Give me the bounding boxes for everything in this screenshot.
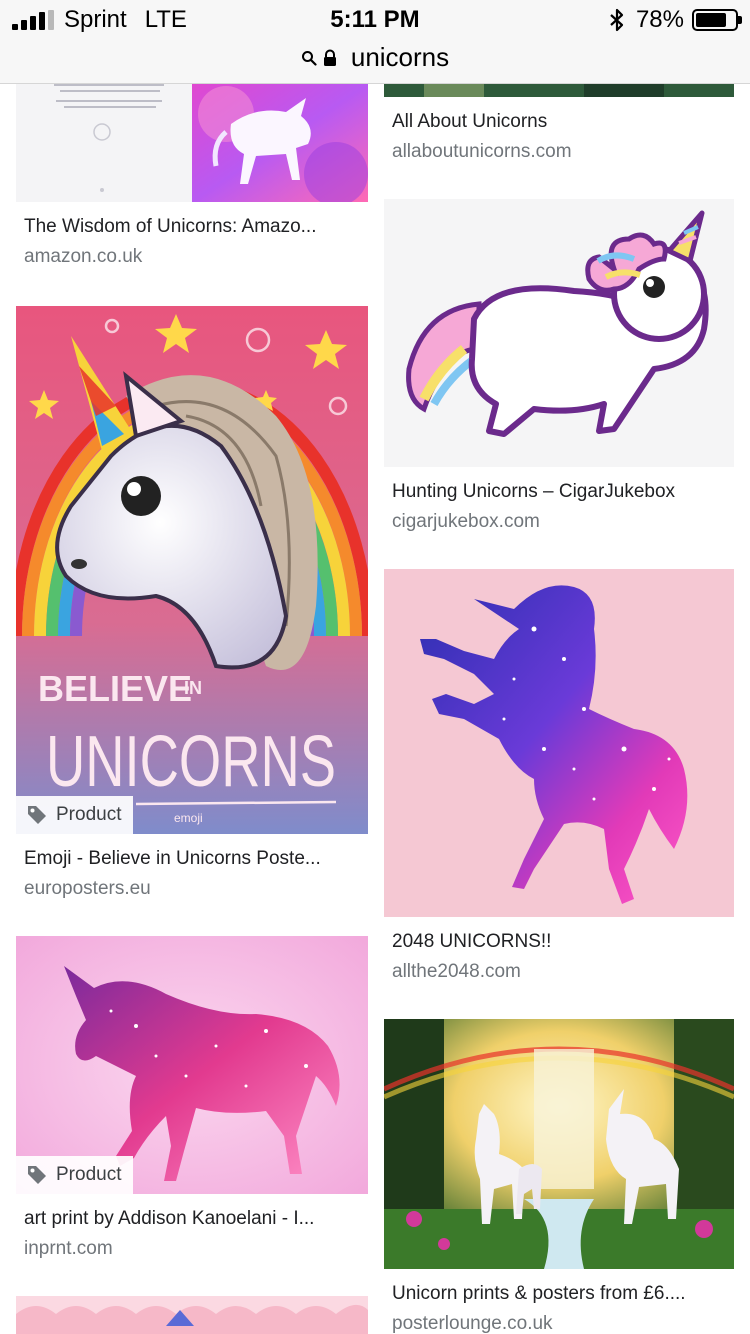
cartoon-unicorn-image bbox=[384, 199, 734, 467]
result-card[interactable]: The Wisdom of Unicorns: Amazo... amazon.… bbox=[16, 84, 368, 268]
product-badge: Product bbox=[16, 1156, 134, 1194]
result-card[interactable] bbox=[16, 1296, 368, 1334]
result-site: allaboutunicorns.com bbox=[392, 141, 572, 162]
address-bar-content[interactable]: unicorns bbox=[301, 42, 449, 73]
galaxy-rearing-unicorn-image bbox=[384, 569, 734, 917]
book-cover-image bbox=[16, 84, 368, 202]
result-card[interactable]: BELIEVE IN UNICORNS emoji Product Emoji … bbox=[16, 306, 368, 900]
result-thumbnail[interactable] bbox=[16, 1296, 368, 1334]
poster-text-in: IN bbox=[184, 678, 202, 698]
result-site: amazon.co.uk bbox=[24, 246, 143, 267]
result-title[interactable]: Hunting Unicorns – CigarJukebox bbox=[384, 481, 734, 503]
result-site: posterlounge.co.uk bbox=[392, 1313, 553, 1334]
result-thumbnail[interactable] bbox=[384, 199, 734, 467]
forest-image bbox=[384, 84, 734, 97]
result-thumbnail[interactable]: BELIEVE IN UNICORNS emoji Product bbox=[16, 306, 368, 834]
result-card[interactable]: 2048 UNICORNS!! allthe2048.com bbox=[384, 569, 734, 983]
result-site: europosters.eu bbox=[24, 878, 151, 899]
result-site: cigarjukebox.com bbox=[392, 511, 540, 532]
result-card[interactable]: Hunting Unicorns – CigarJukebox cigarjuk… bbox=[384, 199, 734, 533]
result-thumbnail[interactable]: Product bbox=[16, 936, 368, 1194]
result-title[interactable]: Emoji - Believe in Unicorns Poste... bbox=[16, 848, 368, 870]
battery-fill bbox=[696, 13, 726, 27]
result-title[interactable]: art print by Addison Kanoelani - I... bbox=[16, 1208, 368, 1230]
status-right: 78% bbox=[608, 6, 742, 34]
poster-brand: emoji bbox=[174, 811, 203, 825]
result-card[interactable]: Unicorn prints & posters from £6.... pos… bbox=[384, 1019, 734, 1334]
result-title[interactable]: 2048 UNICORNS!! bbox=[384, 931, 734, 953]
result-thumbnail[interactable] bbox=[384, 1019, 734, 1269]
status-bar: Sprint LTE 5:11 PM 78% bbox=[0, 0, 750, 40]
product-badge: Product bbox=[16, 796, 134, 834]
result-thumbnail[interactable] bbox=[384, 84, 734, 97]
tag-icon bbox=[28, 806, 46, 824]
unicorn-waterfall-painting-image bbox=[384, 1019, 734, 1269]
result-site: allthe2048.com bbox=[392, 961, 521, 982]
poster-text-believe: BELIEVE bbox=[38, 668, 192, 709]
address-bar[interactable]: unicorns bbox=[0, 40, 750, 84]
search-query: unicorns bbox=[350, 42, 450, 72]
unicorn-emoji-poster-image: BELIEVE IN UNICORNS emoji bbox=[16, 306, 368, 834]
result-thumbnail[interactable] bbox=[384, 569, 734, 917]
result-thumbnail[interactable] bbox=[16, 84, 368, 202]
results-column-right: All About Unicorns allaboutunicorns.com bbox=[384, 84, 734, 1334]
tag-icon bbox=[28, 1166, 46, 1184]
poster-text-unicorns: UNICORNS bbox=[46, 722, 336, 802]
bluetooth-icon bbox=[610, 8, 624, 32]
badge-label: Product bbox=[56, 804, 122, 825]
badge-label: Product bbox=[56, 1164, 122, 1185]
result-title[interactable]: The Wisdom of Unicorns: Amazo... bbox=[16, 216, 368, 238]
result-title[interactable]: All About Unicorns bbox=[384, 111, 734, 133]
battery-percent: 78% bbox=[635, 6, 684, 33]
result-card[interactable]: All About Unicorns allaboutunicorns.com bbox=[384, 84, 734, 163]
results-column-left: The Wisdom of Unicorns: Amazo... amazon.… bbox=[16, 84, 368, 1334]
battery-icon bbox=[692, 9, 742, 31]
search-icon bbox=[301, 50, 317, 66]
result-title[interactable]: Unicorn prints & posters from £6.... bbox=[384, 1283, 734, 1305]
lock-icon bbox=[323, 49, 336, 66]
unicorn-pattern-image bbox=[16, 1296, 368, 1334]
result-card[interactable]: Product art print by Addison Kanoelani -… bbox=[16, 936, 368, 1260]
result-site: inprnt.com bbox=[24, 1238, 113, 1259]
